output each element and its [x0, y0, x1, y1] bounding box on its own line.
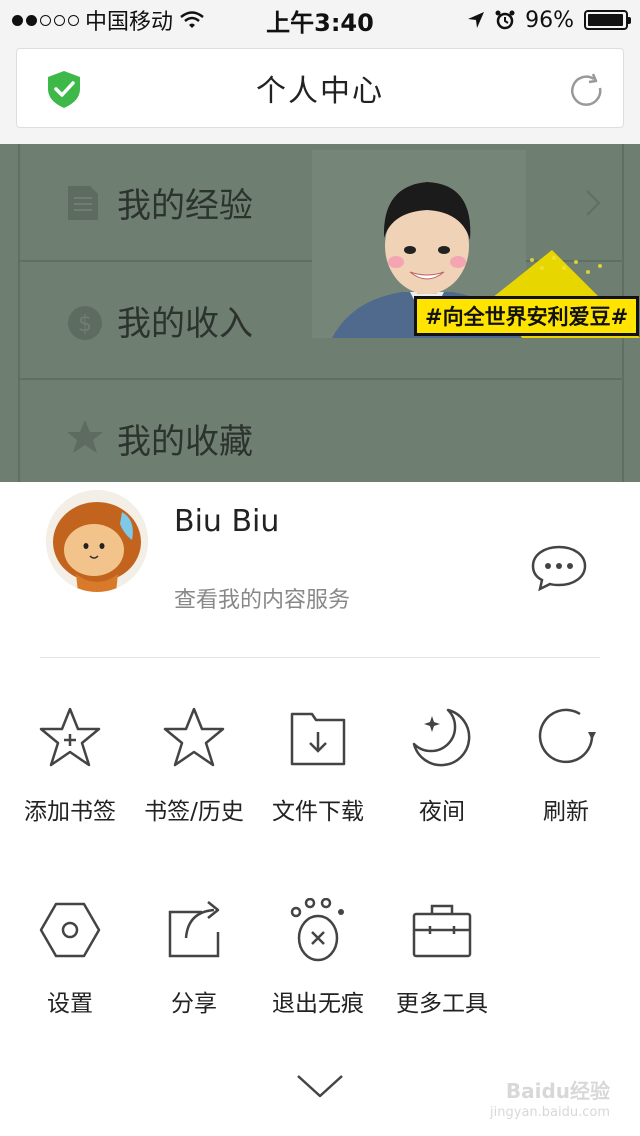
menu-item-label: 我的收藏 [117, 421, 253, 462]
wifi-icon [180, 11, 204, 28]
dollar-icon: $ [68, 306, 102, 340]
tool-label: 退出无痕 [272, 991, 364, 1017]
security-shield-icon[interactable] [45, 69, 83, 109]
signal-strength-icon [12, 14, 79, 26]
share-button[interactable]: 分享 [134, 898, 254, 1018]
tool-label: 更多工具 [396, 991, 488, 1017]
document-icon [68, 186, 98, 220]
exit-incognito-icon [290, 898, 344, 962]
chevron-down-icon[interactable] [294, 1070, 346, 1102]
add-bookmark-button[interactable]: 添加书签 [10, 706, 130, 826]
status-bar: 中国移动 上午3:40 96% [0, 0, 640, 40]
refresh-icon [538, 708, 596, 764]
alarm-icon [495, 10, 515, 30]
ad-hashtag-label[interactable]: #向全世界安利爱豆# [414, 296, 640, 336]
menu-item-label: 我的经验 [117, 185, 253, 226]
location-icon [468, 12, 485, 28]
tool-label: 书签/历史 [144, 799, 244, 825]
night-mode-icon [412, 708, 471, 767]
address-bar[interactable]: 个人中心 [16, 48, 624, 128]
user-name[interactable]: Biu Biu [174, 504, 279, 539]
divider [40, 657, 600, 658]
tool-label: 刷新 [543, 799, 589, 825]
tool-label: 设置 [47, 991, 93, 1017]
page-title: 个人中心 [256, 74, 384, 109]
download-folder-icon [290, 712, 346, 766]
avatar[interactable] [46, 490, 148, 592]
bookmark-history-icon [163, 707, 225, 767]
refresh-button[interactable]: 刷新 [506, 706, 626, 826]
menu-item-label: 我的收入 [117, 303, 253, 344]
add-bookmark-icon [39, 707, 101, 767]
tool-label: 添加书签 [24, 799, 116, 825]
share-icon [168, 901, 220, 958]
carrier-name: 中国移动 [85, 10, 174, 35]
user-content-services-link[interactable]: 查看我的内容服务 [174, 582, 350, 614]
message-icon[interactable] [530, 544, 588, 592]
svg-text:$: $ [78, 312, 92, 337]
night-mode-button[interactable]: 夜间 [382, 706, 502, 826]
reload-icon[interactable] [567, 71, 605, 109]
bookmarks-history-button[interactable]: 书签/历史 [134, 706, 254, 826]
toolbox-icon [412, 904, 472, 958]
settings-button[interactable]: 设置 [10, 898, 130, 1018]
more-tools-button[interactable]: 更多工具 [382, 898, 502, 1018]
tool-label: 夜间 [419, 799, 465, 825]
battery-icon [584, 10, 631, 30]
battery-percent: 96% [525, 7, 574, 33]
menu-item-favorites[interactable]: 我的收藏 [20, 380, 622, 482]
tool-label: 文件下载 [272, 799, 364, 825]
file-download-button[interactable]: 文件下载 [258, 706, 378, 826]
watermark: Baidu经验 jingyan.baidu.com [490, 1079, 610, 1120]
star-icon [67, 420, 103, 453]
settings-icon [39, 902, 101, 958]
tool-label: 分享 [171, 991, 217, 1017]
exit-incognito-button[interactable]: 退出无痕 [258, 898, 378, 1018]
